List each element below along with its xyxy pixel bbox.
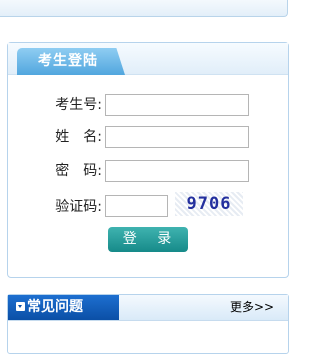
password-label: 密 码: (55, 163, 102, 179)
login-tab: 考生登陆 (17, 48, 125, 75)
exam-number-input[interactable] (105, 94, 249, 116)
exam-number-label: 考生号: (55, 97, 102, 113)
login-panel-header: 考生登陆 (8, 43, 288, 75)
top-panel (0, 0, 288, 17)
dropdown-arrow-icon (16, 301, 25, 311)
faq-tab: 常见问题 (8, 295, 119, 320)
captcha-input[interactable] (105, 195, 168, 217)
faq-panel: 常见问题 更多>> (7, 294, 289, 354)
name-label: 姓 名: (55, 129, 102, 145)
captcha-image[interactable]: 9706 (175, 192, 243, 216)
password-input[interactable] (105, 160, 249, 182)
login-button[interactable]: 登 录 (108, 227, 188, 252)
captcha-label: 验证码: (55, 199, 102, 215)
name-input[interactable] (105, 126, 249, 148)
more-link[interactable]: 更多>> (230, 295, 274, 320)
faq-panel-header: 常见问题 更多>> (8, 295, 288, 321)
faq-title: 常见问题 (27, 299, 83, 315)
